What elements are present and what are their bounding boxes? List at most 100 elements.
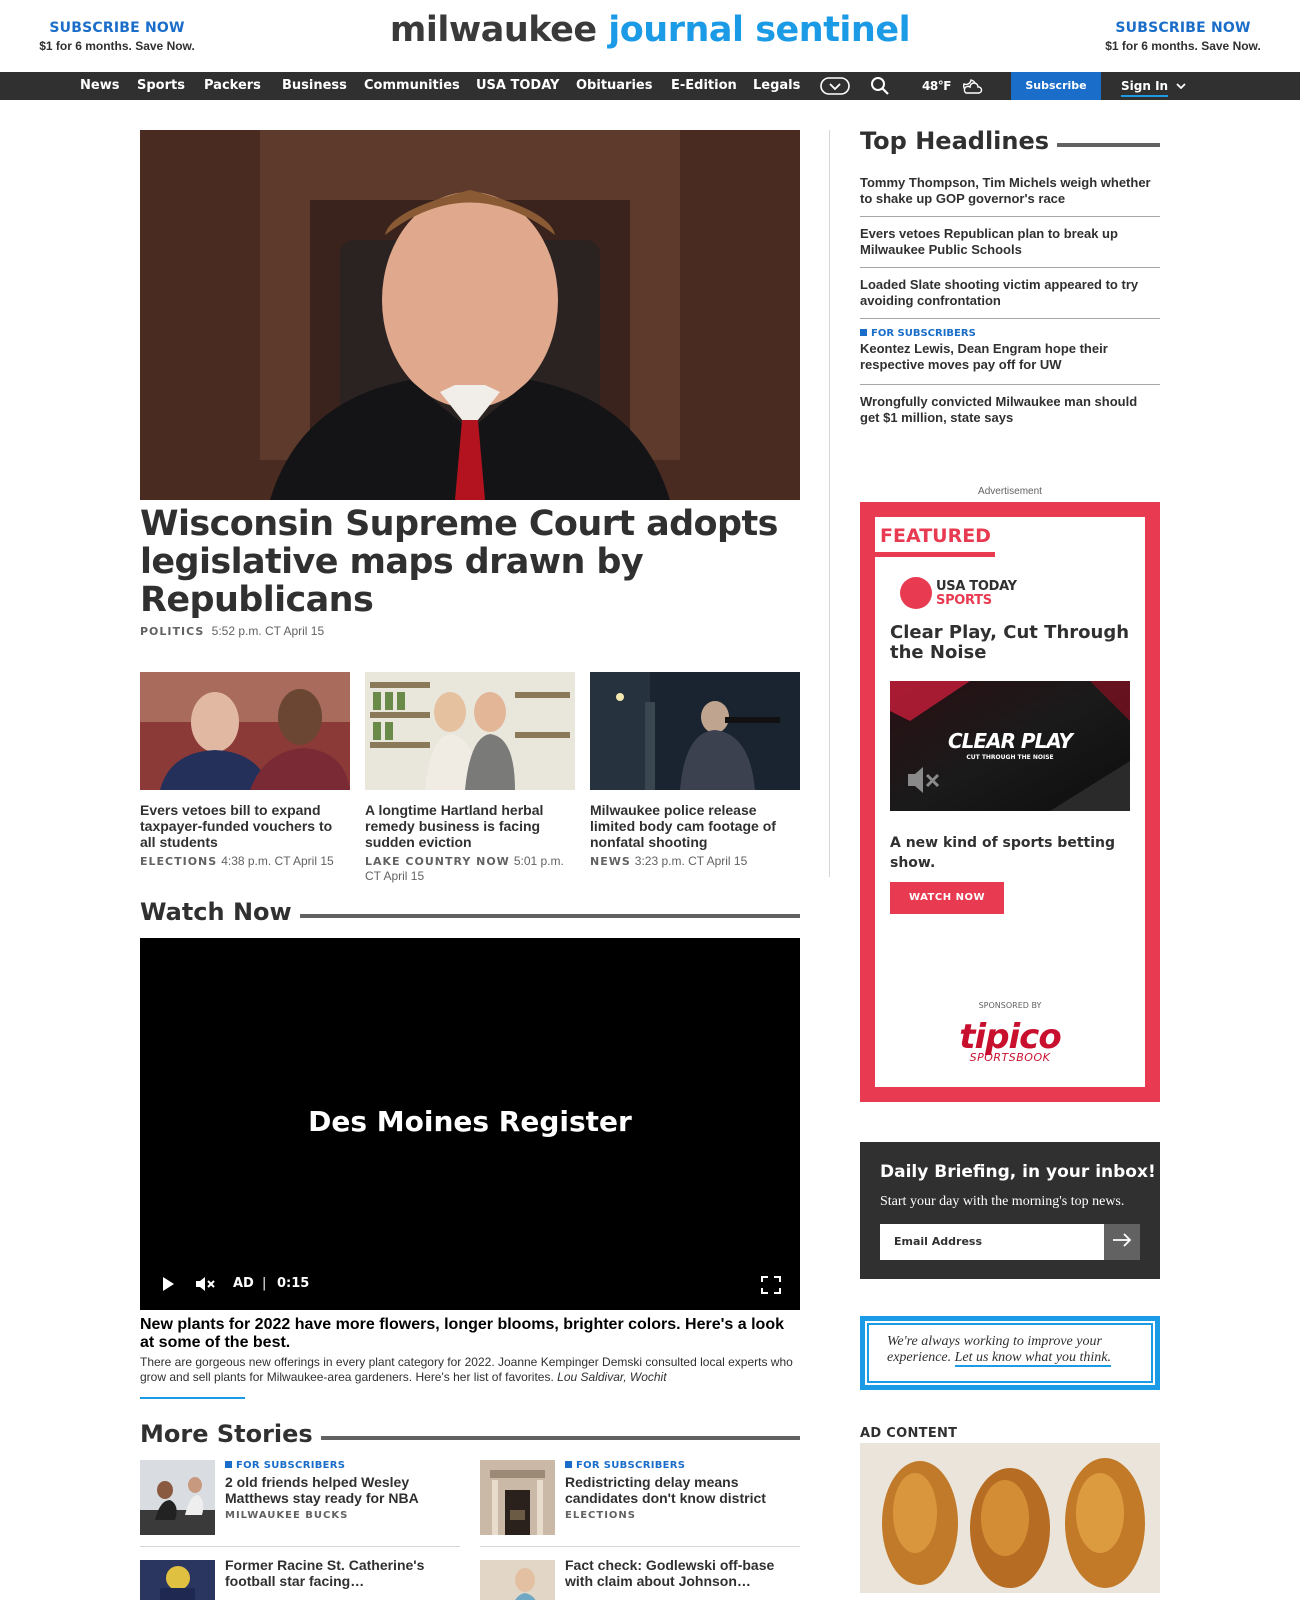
nav-item-usa-today[interactable]: USA TODAY (476, 72, 559, 100)
watch-now-button[interactable]: WATCH NOW (890, 882, 1004, 914)
for-subscribers-flag: FOR SUBSCRIBERS (225, 1460, 460, 1471)
nav-item-sports[interactable]: Sports (137, 72, 185, 100)
story-section-label[interactable]: ELECTIONS (140, 855, 217, 868)
story-thumbnail[interactable] (480, 1460, 555, 1535)
top-headlines-heading: Top Headlines (860, 127, 1058, 155)
nav-item-legals[interactable]: Legals (753, 72, 800, 100)
story-card[interactable]: Evers vetoes bill to expand taxpayer-fun… (140, 672, 350, 869)
story-headline[interactable]: Redistricting delay means candidates don… (565, 1474, 800, 1506)
story-thumbnail[interactable] (140, 1560, 215, 1600)
story-section-label[interactable]: LAKE COUNTRY NOW (365, 855, 510, 868)
story-headline[interactable]: 2 old friends helped Wesley Matthews sta… (225, 1474, 460, 1506)
play-icon[interactable] (161, 1276, 175, 1296)
more-story-item[interactable]: FOR SUBSCRIBERS Redistricting delay mean… (480, 1460, 800, 1538)
headline-link[interactable]: Evers vetoes Republican plan to break up… (860, 226, 1160, 258)
story-section-label[interactable]: MILWAUKEE BUCKS (225, 1510, 460, 1521)
video-credit: Lou Saldivar, Wochit (557, 1370, 667, 1384)
logo-text: SPORTS (936, 593, 992, 608)
newsletter-subtitle: Start your day with the morning's top ne… (880, 1194, 1125, 1209)
ad-indicator: AD (233, 1276, 254, 1291)
story-card[interactable]: Milwaukee police release limited body ca… (590, 672, 800, 869)
video-headline[interactable]: New plants for 2022 have more flowers, l… (140, 1316, 800, 1352)
story-headline[interactable]: Milwaukee police release limited body ca… (590, 802, 800, 850)
headline-link[interactable]: Keontez Lewis, Dean Engram hope their re… (860, 341, 1160, 373)
hero-image[interactable] (140, 130, 800, 500)
sponsored-by-label: SPONSORED BY (978, 1001, 1042, 1010)
weather-temp[interactable]: 48°F (922, 72, 951, 100)
more-story-item[interactable]: Former Racine St. Catherine's football s… (140, 1557, 460, 1600)
logo-milwaukee: milwaukee (389, 10, 597, 50)
more-story-item[interactable]: FOR SUBSCRIBERS 2 old friends helped Wes… (140, 1460, 460, 1538)
story-thumbnail[interactable] (365, 672, 575, 790)
story-thumbnail[interactable] (590, 672, 800, 790)
clear-play-title: CLEAR PLAY (948, 729, 1073, 753)
story-section-label[interactable]: NEWS (590, 855, 631, 868)
subscribe-button[interactable]: Subscribe (1011, 72, 1101, 100)
for-subscribers-flag: FOR SUBSCRIBERS (860, 328, 1160, 339)
story-headline[interactable]: A longtime Hartland herbal remedy busine… (365, 802, 575, 850)
more-menu-icon[interactable] (820, 76, 850, 96)
feedback-link[interactable]: Let us know what you think. (954, 1350, 1111, 1367)
ad-separator: | (262, 1276, 267, 1291)
headline-item[interactable]: Loaded Slate shooting victim appeared to… (860, 277, 1160, 309)
story-thumbnail[interactable] (480, 1560, 555, 1600)
divider (860, 384, 1160, 385)
headline-link[interactable]: Loaded Slate shooting victim appeared to… (860, 277, 1160, 309)
story-headline[interactable]: Evers vetoes bill to expand taxpayer-fun… (140, 802, 350, 850)
feedback-box: We're always working to improve your exp… (860, 1316, 1160, 1390)
subscribe-now-link[interactable]: SUBSCRIBE NOW (1083, 20, 1283, 36)
featured-video[interactable]: CLEAR PLAY CUT THROUGH THE NOISE (890, 681, 1130, 811)
mute-icon[interactable] (195, 1276, 217, 1296)
subscribe-offer-text: $1 for 6 months. Save Now. (1105, 39, 1261, 53)
hero-headline[interactable]: Wisconsin Supreme Court adopts legislati… (140, 505, 800, 619)
video-description-text: There are gorgeous new offerings in ever… (140, 1355, 793, 1384)
story-card[interactable]: A longtime Hartland herbal remedy busine… (365, 672, 575, 883)
nav-item-obituaries[interactable]: Obituaries (576, 72, 652, 100)
headline-item[interactable]: Evers vetoes Republican plan to break up… (860, 226, 1160, 258)
headline-link[interactable]: Wrongfully convicted Milwaukee man shoul… (860, 394, 1160, 426)
video-description: There are gorgeous new offerings in ever… (140, 1355, 800, 1385)
story-headline[interactable]: Fact check: Godlewski off-base with clai… (565, 1557, 800, 1589)
ad-content-image[interactable] (860, 1443, 1160, 1593)
subscribe-promo-right[interactable]: SUBSCRIBE NOW $1 for 6 months. Save Now. (1083, 20, 1283, 53)
nav-item-news[interactable]: News (80, 72, 119, 100)
mute-icon[interactable] (906, 763, 940, 802)
story-timestamp: 3:23 p.m. CT April 15 (634, 854, 748, 868)
fullscreen-icon[interactable] (761, 1276, 781, 1298)
featured-title[interactable]: Clear Play, Cut Through the Noise (890, 623, 1135, 663)
partly-cloudy-night-icon[interactable] (958, 76, 984, 96)
story-meta: ELECTIONS 4:38 p.m. CT April 15 (140, 854, 350, 869)
story-headline[interactable]: Former Racine St. Catherine's football s… (225, 1557, 460, 1589)
story-thumbnail[interactable] (140, 672, 350, 790)
column-divider (829, 130, 830, 877)
headline-item[interactable]: Wrongfully convicted Milwaukee man shoul… (860, 394, 1160, 426)
headline-item[interactable]: Tommy Thompson, Tim Michels weigh whethe… (860, 175, 1160, 207)
more-story-item[interactable]: Fact check: Godlewski off-base with clai… (480, 1557, 800, 1600)
nav-item-communities[interactable]: Communities (364, 72, 460, 100)
featured-ad[interactable]: FEATURED USA TODAY SPORTS Clear Play, Cu… (860, 502, 1160, 1102)
video-player[interactable]: Des Moines Register AD | 0:15 (140, 938, 800, 1310)
nav-item-e-edition[interactable]: E-Edition (671, 72, 737, 100)
email-field[interactable]: Email Address (880, 1224, 1104, 1260)
logo-journal-sentinel: journal sentinel (608, 10, 911, 50)
featured-description: A new kind of sports betting show. (890, 835, 1115, 871)
search-icon[interactable] (870, 76, 890, 96)
hero-section-label[interactable]: POLITICS (140, 625, 204, 638)
featured-ad-content: FEATURED USA TODAY SPORTS Clear Play, Cu… (875, 517, 1145, 1087)
more-stories-heading: More Stories (140, 1420, 321, 1448)
headline-link[interactable]: Tommy Thompson, Tim Michels weigh whethe… (860, 175, 1160, 207)
nav-item-business[interactable]: Business (282, 72, 347, 100)
nav-item-packers[interactable]: Packers (204, 72, 261, 100)
tipico-sportsbook-logo[interactable]: tipico SPORTSBOOK (875, 1017, 1145, 1064)
divider (480, 1546, 800, 1547)
logo-text: USA TODAY (936, 579, 1017, 594)
headline-item[interactable]: FOR SUBSCRIBERS Keontez Lewis, Dean Engr… (860, 328, 1160, 373)
featured-underline (875, 552, 995, 557)
story-thumbnail[interactable] (140, 1460, 215, 1535)
clear-play-subtitle: CUT THROUGH THE NOISE (966, 754, 1054, 761)
sign-in-menu[interactable]: Sign In (1121, 72, 1186, 100)
hero-timestamp: 5:52 p.m. CT April 15 (211, 624, 325, 638)
submit-arrow-icon[interactable] (1104, 1224, 1140, 1260)
story-section-label[interactable]: ELECTIONS (565, 1510, 800, 1521)
feedback-content: We're always working to improve your exp… (867, 1323, 1153, 1383)
